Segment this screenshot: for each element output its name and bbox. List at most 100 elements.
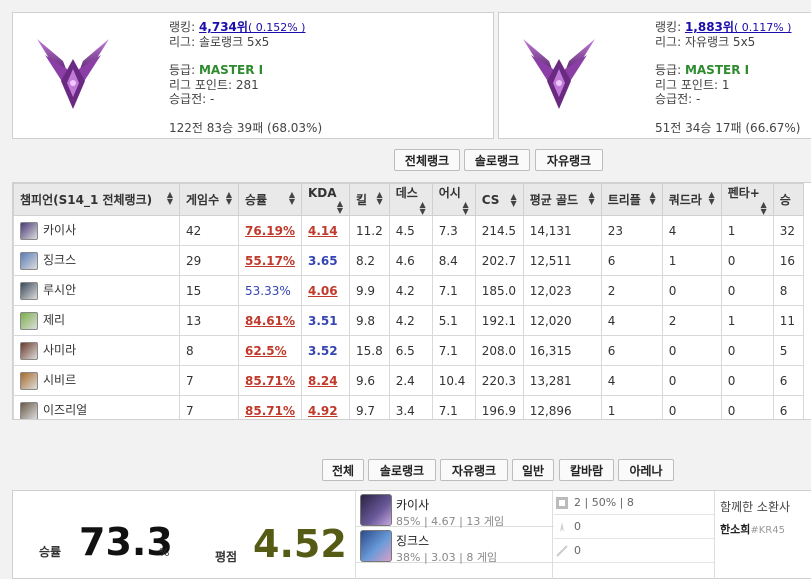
column-header[interactable]: 어시 ▲ ▼ [431, 183, 476, 216]
tab-flex-rank[interactable]: 자유랭크 [535, 149, 603, 171]
list-item[interactable]: 징크스 38% | 3.03 | 8 게임 [356, 527, 554, 564]
cell-value: 3.51 [307, 313, 338, 328]
cell-value: 62.5% [245, 343, 287, 358]
cell-k: 9.8 [348, 305, 390, 336]
cell-value: 202.7 [481, 253, 517, 268]
ranking-pct-link[interactable]: ( 0.117% ) [734, 21, 792, 34]
ranking-link[interactable]: 1,883위 [685, 20, 734, 34]
column-header[interactable]: 평균 골드 ▲ ▼ [522, 183, 602, 216]
tab-all[interactable]: 전체 [322, 459, 364, 481]
table-row[interactable]: 시비르 7 85.71% 8.24 9.6 2.4 10.4 220.3 13,281 4 0 0 6 [13, 365, 804, 396]
cell-a: 7.1 [431, 335, 476, 366]
tier-label: 등급: [655, 63, 682, 78]
column-header-label: 승률 [245, 193, 268, 207]
cell-cs: 220.3 [474, 365, 524, 396]
cell-kda: 3.52 [300, 335, 350, 366]
cell-value: 7 [186, 403, 194, 418]
tab-solo-rank[interactable]: 솔로랭크 [464, 149, 530, 171]
cell-gold: 12,023 [522, 275, 602, 306]
cell-games: 8 [179, 335, 239, 366]
table-row[interactable]: 징크스 29 55.17% 3.65 8.2 4.6 8.4 202.7 12,511 6 1 0 16 [13, 245, 804, 276]
tier-value: MASTER I [684, 63, 750, 78]
cell-value: 0 [668, 403, 677, 418]
position-count: 2 [574, 496, 581, 509]
cell-kda: 8.24 [300, 365, 350, 396]
cell-quadra: 4 [661, 215, 722, 246]
table-row[interactable]: 루시안 15 53.33% 4.06 9.9 4.2 7.1 185.0 12,023 2 0 0 8 [13, 275, 804, 306]
ranking-link[interactable]: 4,734위 [199, 20, 248, 34]
cell-value: 4.06 [307, 283, 338, 298]
column-header[interactable]: 트리플 ▲ ▼ [600, 183, 663, 216]
cell-quadra: 0 [661, 275, 722, 306]
tab-arena[interactable]: 아레나 [618, 459, 674, 481]
cell-value: 220.3 [481, 373, 517, 388]
list-item[interactable]: 카이사 85% | 4.67 | 13 게임 [356, 491, 554, 528]
cell-value: 8 [186, 343, 194, 358]
table-row[interactable]: 사미라 8 62.5% 3.52 15.8 6.5 7.1 208.0 16,315 6 0 0 5 [13, 335, 804, 366]
column-header[interactable]: 챔피언(S14_1 전체랭크) ▲ ▼ [13, 183, 180, 216]
tab-aram[interactable]: 칼바람 [559, 459, 614, 481]
cell-triple: 6 [600, 245, 663, 276]
column-header[interactable]: CS ▲ ▼ [474, 183, 524, 216]
table-row[interactable]: 제리 13 84.61% 3.51 9.8 4.2 5.1 192.1 12,020 4 2 1 11 [13, 305, 804, 336]
cell-value: 7 [186, 373, 194, 388]
cell-value: 4.2 [395, 313, 415, 328]
column-header[interactable]: 승 [772, 183, 804, 216]
column-header[interactable]: 킬 ▲ ▼ [348, 183, 390, 216]
cell-k: 9.7 [348, 395, 390, 419]
champion-icon [20, 281, 38, 300]
ranking-label: 랭킹: [169, 20, 196, 34]
cell-value: 2 [668, 313, 677, 328]
column-header[interactable]: 승률 ▲ ▼ [238, 183, 302, 216]
champion-icon [20, 251, 38, 270]
kda-label: 평점 [215, 550, 238, 564]
column-header[interactable]: 쿼드라 ▲ ▼ [661, 183, 722, 216]
column-header[interactable]: 게임수 ▲ ▼ [179, 183, 239, 216]
champ-stats: 38% | 3.03 | 8 게임 [396, 551, 498, 564]
table-row[interactable]: 카이사 42 76.19% 4.14 11.2 4.5 7.3 214.5 14,131 23 4 1… [13, 215, 804, 246]
cell-value: 85.71% [245, 373, 295, 388]
sort-icon: ▲ ▼ [419, 200, 426, 216]
league-value: 솔로랭크 5x5 [198, 34, 270, 49]
cell-value: 4.92 [307, 403, 338, 418]
cell-wins: 6 [772, 395, 804, 419]
cell-k: 15.8 [348, 335, 390, 366]
tab-normal[interactable]: 일반 [512, 459, 554, 481]
position-count: 0 [574, 544, 581, 557]
friend-summoner[interactable]: 한소희#KR45 [720, 521, 785, 537]
cell-value: 4.6 [395, 253, 415, 268]
cell-value: 11.2 [355, 223, 383, 238]
column-header[interactable]: 데스 ▲ ▼ [388, 183, 433, 216]
column-header[interactable]: 펜타+ ▲ ▼ [720, 183, 774, 216]
cell-gold: 12,511 [522, 245, 602, 276]
cell-value: 10.4 [438, 373, 466, 388]
promo-value: - [210, 92, 215, 107]
cell-value: 6 [607, 253, 616, 268]
cell-value: 196.9 [481, 403, 517, 418]
tab-all-rank[interactable]: 전체랭크 [394, 149, 460, 171]
column-header-label: 챔피언(S14_1 전체랭크) [20, 193, 153, 207]
kda-value: 4.52 [253, 522, 347, 566]
cell-a: 8.4 [431, 245, 476, 276]
champion-name: 이즈리얼 [43, 403, 88, 418]
tab-solo[interactable]: 솔로랭크 [368, 459, 436, 481]
cell-value: 0 [727, 283, 736, 298]
tab-flex[interactable]: 자유랭크 [440, 459, 508, 481]
cell-value: 85.71% [245, 403, 295, 418]
ranking-pct-link[interactable]: ( 0.152% ) [248, 21, 306, 34]
sort-icon: ▲ ▼ [760, 200, 767, 216]
column-header-label: 펜타+ [727, 186, 760, 200]
cell-wins: 11 [772, 305, 804, 336]
cell-triple: 23 [600, 215, 663, 246]
cell-d: 4.6 [388, 245, 433, 276]
flex-rank-card: 랭킹: 1,883위( 0.117% ) 리그: 자유랭크 5x5 등급: MA… [498, 12, 811, 139]
column-header[interactable]: KDA ▲ ▼ [300, 183, 350, 216]
cell-value: 7.3 [438, 223, 458, 238]
table-row[interactable]: 이즈리얼 7 85.71% 4.92 9.7 3.4 7.1 196.9 12,896 1 0 0 6 [13, 395, 804, 419]
cell-kda: 4.14 [300, 215, 350, 246]
cell-value: 208.0 [481, 343, 517, 358]
cell-winrate: 62.5% [238, 335, 302, 366]
kaisa-champion-icon [360, 494, 392, 526]
champion-name: 제리 [43, 313, 66, 328]
cell-value: 9.7 [355, 403, 376, 418]
